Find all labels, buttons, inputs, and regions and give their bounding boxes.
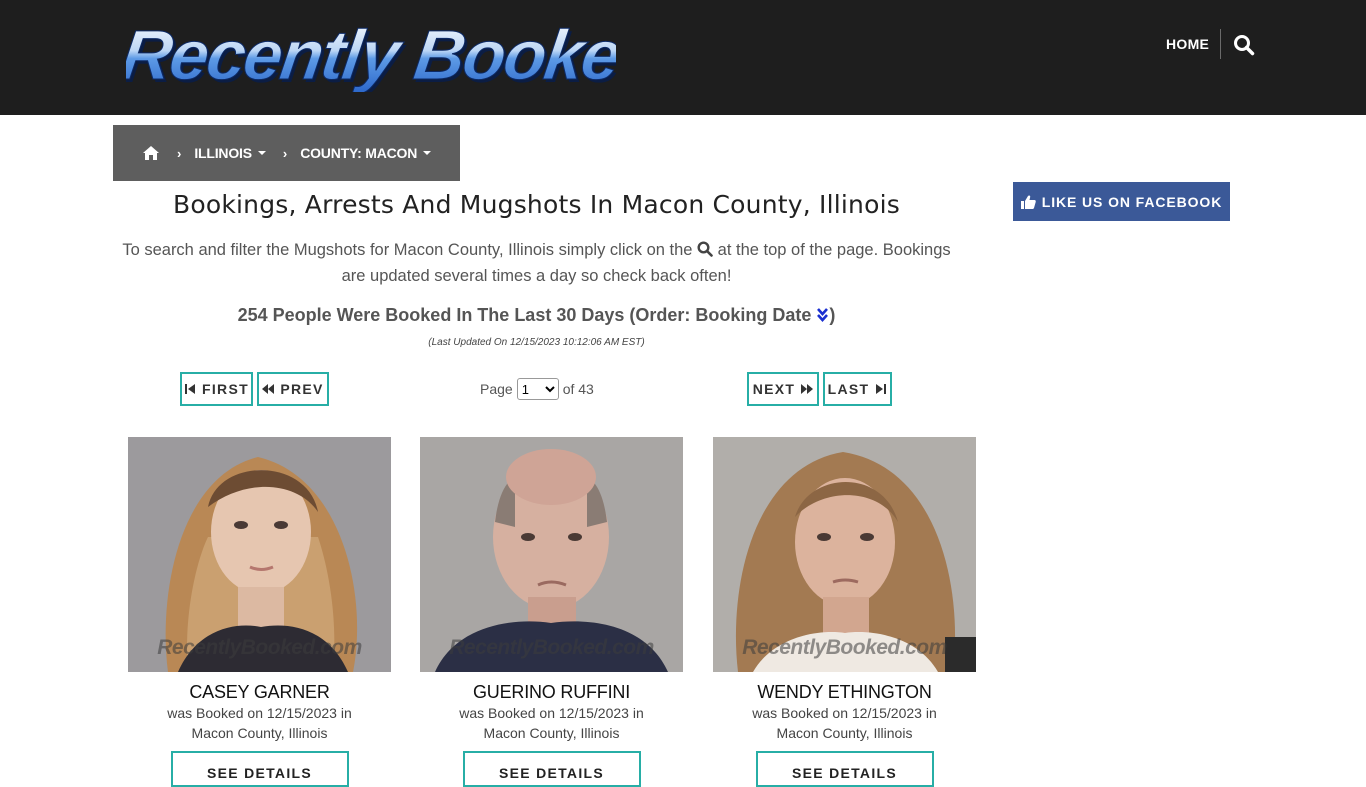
person-name[interactable]: CASEY GARNER (128, 682, 391, 703)
booking-location-text: Macon County, Illinois (483, 725, 620, 741)
double-chevron-down-icon[interactable] (816, 307, 829, 323)
booking-count-text: 254 People Were Booked In The Last 30 Da… (237, 305, 812, 325)
page-label: Page (480, 381, 513, 397)
prev-page-label: PREV (280, 381, 324, 397)
last-page-button[interactable]: LAST (823, 372, 892, 406)
breadcrumb-state-label: ILLINOIS (194, 145, 252, 161)
chevron-right-icon: › (282, 145, 288, 161)
fast-forward-icon (801, 384, 814, 394)
page-total: of 43 (562, 381, 594, 397)
chevron-right-icon: › (177, 145, 182, 161)
prev-page-button[interactable]: PREV (257, 372, 329, 406)
nav-divider (1220, 29, 1221, 59)
first-page-button[interactable]: FIRST (180, 372, 253, 406)
page-selector: Page 1 of 43 (480, 378, 594, 400)
see-details-button[interactable]: SEE DETAILS (462, 751, 641, 787)
booking-card[interactable]: RecentlyBooked.com CASEY GARNER was Book… (128, 437, 391, 787)
facebook-like-label: LIKE US ON FACEBOOK (1041, 193, 1223, 210)
skip-forward-icon (876, 384, 887, 394)
caret-down-icon (257, 151, 266, 155)
home-icon[interactable] (142, 145, 160, 161)
svg-text:Recently Booked: Recently Booked (126, 18, 616, 92)
page-title: Bookings, Arrests And Mugshots In Macon … (173, 190, 900, 219)
first-page-label: FIRST (202, 381, 249, 397)
see-details-button[interactable]: SEE DETAILS (755, 751, 934, 787)
booking-location-text: Macon County, Illinois (191, 725, 328, 741)
last-page-label: LAST (827, 381, 870, 397)
facebook-like-button[interactable]: LIKE US ON FACEBOOK (1013, 182, 1230, 221)
mugshot-photo[interactable]: RecentlyBooked.com (128, 437, 391, 672)
mugshot-photo[interactable]: RecentlyBooked.com (713, 437, 976, 672)
breadcrumb-county-label: COUNTY: MACON (300, 145, 418, 161)
booking-date-text: was Booked on 12/15/2023 in (459, 705, 644, 721)
logo-image: Recently Booked Recently Booked (116, 15, 672, 97)
next-page-label: NEXT (752, 381, 796, 397)
see-details-button[interactable]: SEE DETAILS (170, 751, 349, 787)
watermark-text: RecentlyBooked.com (742, 636, 947, 659)
next-page-button[interactable]: NEXT (747, 372, 819, 406)
thumbs-up-icon (1020, 194, 1036, 209)
booking-location-text: Macon County, Illinois (776, 725, 913, 741)
watermark-text: RecentlyBooked.com (157, 636, 362, 659)
intro-text: To search and filter the Mugshots for Ma… (113, 237, 960, 289)
skip-back-icon (185, 384, 196, 394)
booking-card[interactable]: RecentlyBooked.com WENDY ETHINGTON was B… (713, 437, 976, 787)
nav-home-link[interactable]: HOME (1166, 36, 1209, 52)
rewind-icon (262, 384, 275, 394)
watermark-text: RecentlyBooked.com (449, 636, 654, 659)
site-logo[interactable]: Recently Booked Recently Booked (116, 15, 672, 97)
intro-text-start: To search and filter the Mugshots for Ma… (122, 241, 693, 259)
search-icon (697, 239, 713, 257)
mugshot-photo[interactable]: RecentlyBooked.com (420, 437, 683, 672)
caret-down-icon (423, 151, 432, 155)
booking-date-text: was Booked on 12/15/2023 in (752, 705, 937, 721)
booking-count: 254 People Were Booked In The Last 30 Da… (113, 305, 960, 326)
last-updated: (Last Updated On 12/15/2023 10:12:06 AM … (428, 337, 645, 348)
breadcrumb-state-dropdown[interactable]: ILLINOIS (194, 145, 266, 161)
booking-date-text: was Booked on 12/15/2023 in (167, 705, 352, 721)
person-name[interactable]: WENDY ETHINGTON (713, 682, 976, 703)
page-select[interactable]: 1 (516, 378, 559, 400)
search-icon[interactable] (1233, 34, 1255, 56)
breadcrumb-county-dropdown[interactable]: COUNTY: MACON (300, 145, 432, 161)
site-header: Recently Booked Recently Booked HOME (0, 0, 1366, 115)
person-name[interactable]: GUERINO RUFFINI (420, 682, 683, 703)
breadcrumb: › ILLINOIS › COUNTY: MACON (113, 125, 460, 181)
booking-count-close: ) (829, 305, 836, 325)
booking-card[interactable]: RecentlyBooked.com GUERINO RUFFINI was B… (420, 437, 683, 787)
